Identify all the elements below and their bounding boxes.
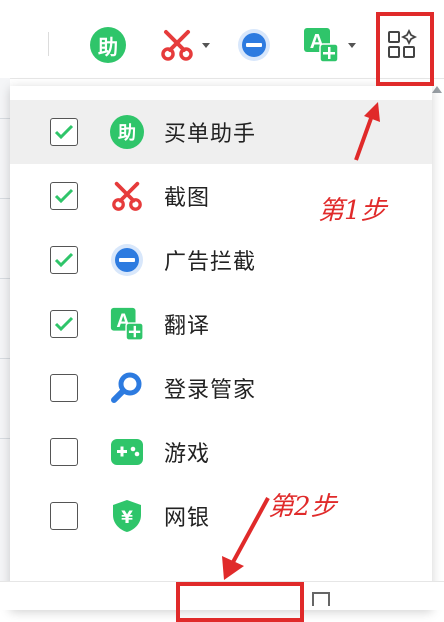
scissors-icon <box>161 30 193 61</box>
svg-text:¥: ¥ <box>121 508 133 528</box>
menu-item-games[interactable]: 游戏 <box>10 420 432 484</box>
scroll-up-arrow[interactable] <box>432 86 442 93</box>
annotation-arrow-step2 <box>222 497 270 580</box>
translate-icon: A <box>304 28 339 63</box>
screenshot-dropdown-caret[interactable] <box>202 42 210 48</box>
magnifier-icon <box>108 369 146 407</box>
footer-icon <box>312 592 330 606</box>
highlight-box-step2 <box>176 582 304 622</box>
checkbox-screenshot[interactable] <box>50 182 78 210</box>
step1-annotation: 第1步 <box>318 196 387 226</box>
grid-line <box>0 438 10 439</box>
menu-item-label: 翻译 <box>164 314 211 339</box>
menu-item-label: 买单助手 <box>164 122 257 147</box>
checkbox-translate[interactable] <box>50 310 78 338</box>
ad-block-icon <box>238 29 270 61</box>
shopping-helper-icon: 助 <box>90 27 126 63</box>
grid-line <box>0 278 10 279</box>
menu-item-label: 登录管家 <box>164 378 257 403</box>
translate-toolbar-button[interactable]: A <box>302 22 356 68</box>
checkbox-games[interactable] <box>50 438 78 466</box>
checkmark-icon <box>54 188 74 204</box>
annotation-arrow-step1 <box>354 102 380 161</box>
checkbox-buy-helper[interactable] <box>50 118 78 146</box>
translate-icon: A <box>108 305 146 343</box>
menu-item-label: 截图 <box>164 186 211 211</box>
ad-block-toolbar-button[interactable] <box>236 22 272 68</box>
menu-item-ad-block[interactable]: 广告拦截 <box>10 228 432 292</box>
shield-yen-icon: ¥ <box>108 497 146 535</box>
step2-annotation: 第2步 <box>268 492 337 522</box>
checkmark-icon <box>54 124 74 140</box>
checkbox-login-manager[interactable] <box>50 374 78 402</box>
gamepad-icon <box>108 433 146 471</box>
shopping-helper-glyph: 助 <box>98 34 118 59</box>
shopping-helper-icon: 助 <box>108 113 146 151</box>
grid-line <box>0 198 10 199</box>
highlight-box-step1 <box>376 12 434 86</box>
translate-dropdown-caret[interactable] <box>348 42 356 48</box>
checkmark-icon <box>54 316 74 332</box>
shopping-helper-glyph: 助 <box>118 123 136 144</box>
toolbar-divider <box>48 32 49 56</box>
menu-item-label: 网银 <box>164 506 211 531</box>
screenshot-toolbar-button[interactable] <box>160 22 210 68</box>
menu-item-label: 广告拦截 <box>164 250 257 275</box>
grid-line <box>0 118 10 119</box>
menu-item-login-manager[interactable]: 登录管家 <box>10 356 432 420</box>
checkmark-icon <box>54 252 74 268</box>
menu-item-label: 游戏 <box>164 442 211 467</box>
scissors-icon <box>108 177 146 215</box>
checkbox-ad-block[interactable] <box>50 246 78 274</box>
page-backdrop <box>0 78 10 610</box>
menu-item-translate[interactable]: A 翻译 <box>10 292 432 356</box>
grid-line <box>0 358 10 359</box>
ad-block-icon <box>108 241 146 279</box>
checkbox-online-banking[interactable] <box>50 502 78 530</box>
buy-helper-toolbar-button[interactable]: 助 <box>90 22 126 68</box>
